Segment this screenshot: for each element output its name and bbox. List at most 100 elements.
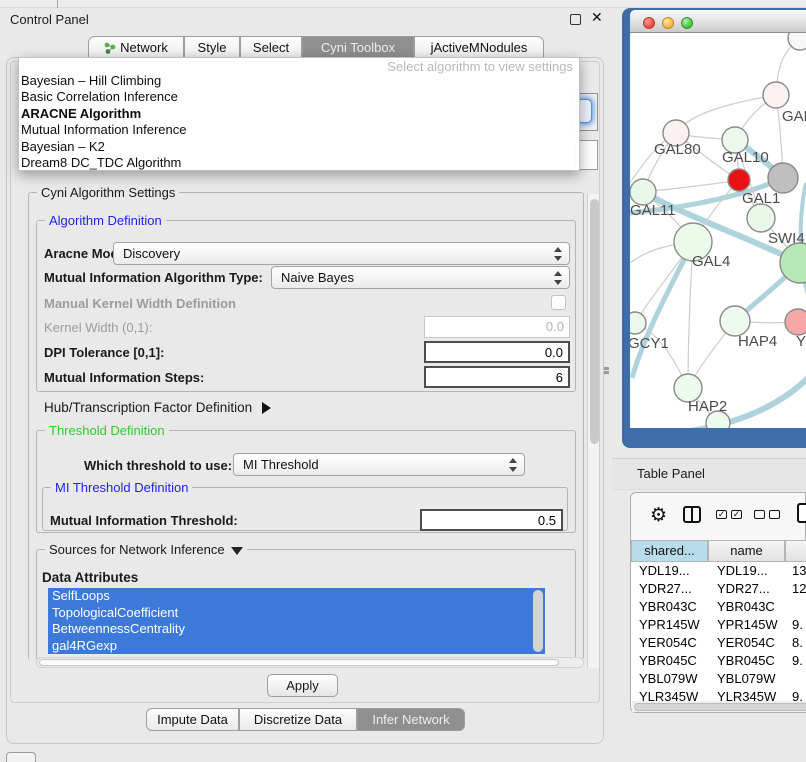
table-cell[interactable]: YER054C xyxy=(639,634,697,652)
tab-cyni-toolbox[interactable]: Cyni Toolbox xyxy=(302,36,414,58)
algorithm-option[interactable]: Dream8 DC_TDC Algorithm xyxy=(19,155,579,171)
manual-kernel-checkbox[interactable] xyxy=(551,295,566,310)
table-row[interactable]: YBR045C YBR045C 9. xyxy=(631,652,806,670)
tab-jactivemnodules[interactable]: jActiveMNodules xyxy=(414,36,544,58)
corner-panel-icon[interactable] xyxy=(6,752,36,762)
which-threshold-select[interactable]: MI Threshold xyxy=(233,453,525,476)
table-row[interactable]: YDR27... YDR27... 12 xyxy=(631,580,806,598)
table-cell[interactable]: YBL079W xyxy=(717,670,776,688)
table-row[interactable]: YBR043C YBR043C xyxy=(631,598,806,616)
tab-discretize-data[interactable]: Discretize Data xyxy=(239,708,357,731)
algorithm-option[interactable]: Mutual Information Inference xyxy=(19,122,579,138)
network-edge[interactable] xyxy=(632,242,693,378)
table-cell[interactable]: 9. xyxy=(792,688,803,702)
tab-infer-network[interactable]: Infer Network xyxy=(357,708,465,731)
columns-icon[interactable] xyxy=(683,506,701,523)
close-traffic-light[interactable] xyxy=(643,17,655,29)
table-cell[interactable]: YBR045C xyxy=(717,652,775,670)
table-cell[interactable]: 8. xyxy=(792,634,803,652)
checked-checkbox-icon[interactable]: ✓ xyxy=(716,510,727,519)
unchecked-checkbox-icon[interactable] xyxy=(769,510,780,519)
network-edge[interactable] xyxy=(643,180,739,192)
table-cell[interactable]: YBR043C xyxy=(639,598,697,616)
algorithm-option[interactable]: Bayesian – Hill Climbing xyxy=(19,73,579,89)
float-panel-icon[interactable] xyxy=(570,14,581,25)
threshold-definition-title: Threshold Definition xyxy=(45,423,169,438)
tab-style[interactable]: Style xyxy=(184,36,240,58)
tab-jactivemnodules-label: jActiveMNodules xyxy=(431,40,528,55)
node-table[interactable]: shared... name A YDL19...YDL19...13YDR27… xyxy=(631,540,806,702)
table-horizontal-scrollbar[interactable] xyxy=(632,701,806,712)
data-attribute-item[interactable]: SelfLoops xyxy=(48,588,545,605)
data-attribute-item[interactable]: TopologicalCoefficient xyxy=(48,605,545,622)
mi-threshold-input[interactable]: 0.5 xyxy=(420,509,563,531)
settings-vertical-scrollbar[interactable] xyxy=(587,194,599,668)
attributes-scrollbar-thumb[interactable] xyxy=(533,590,543,652)
tab-network[interactable]: Network xyxy=(88,36,184,58)
mi-steps-input[interactable]: 6 xyxy=(424,366,570,388)
table-cell[interactable]: 9. xyxy=(792,616,803,634)
zoom-traffic-light[interactable] xyxy=(681,17,693,29)
apply-button[interactable]: Apply xyxy=(267,674,338,697)
column-header-shared-name[interactable]: shared... xyxy=(631,540,708,562)
table-cell[interactable]: YLR345W xyxy=(639,688,698,702)
new-table-icon[interactable] xyxy=(797,503,806,523)
table-cell[interactable]: YDL19... xyxy=(639,562,690,580)
aracne-mode-select[interactable]: Discovery xyxy=(113,242,570,265)
minimize-traffic-light[interactable] xyxy=(662,17,674,29)
settings-horizontal-scrollbar[interactable] xyxy=(36,657,584,668)
vscroll-thumb[interactable] xyxy=(590,199,599,444)
checked-checkbox-icon[interactable]: ✓ xyxy=(731,510,742,519)
table-hscroll-thumb[interactable] xyxy=(634,703,806,711)
network-node[interactable] xyxy=(763,82,789,108)
table-row[interactable]: YDL19... YDL19... 13 xyxy=(631,562,806,580)
close-panel-icon[interactable]: ✕ xyxy=(591,9,603,26)
algorithm-option[interactable]: Bayesian – K2 xyxy=(19,139,579,155)
table-cell[interactable]: YPR145W xyxy=(639,616,700,634)
table-cell[interactable]: YDR27... xyxy=(639,580,692,598)
dpi-tolerance-input[interactable]: 0.0 xyxy=(424,341,570,363)
hub-section-toggle[interactable]: Hub/Transcription Factor Definition xyxy=(44,400,271,415)
table-cell[interactable]: YLR345W xyxy=(717,688,776,702)
table-row[interactable]: YPR145W YPR145W 9. xyxy=(631,616,806,634)
table-cell[interactable]: 13 xyxy=(792,562,806,580)
table-cell[interactable]: YBR045C xyxy=(639,652,697,670)
data-attribute-item[interactable]: BetweennessCentrality xyxy=(48,621,545,638)
mi-type-select[interactable]: Naive Bayes xyxy=(271,266,570,289)
gear-icon[interactable]: ⚙ xyxy=(650,504,667,527)
table-cell[interactable]: 12 xyxy=(792,580,806,598)
data-attribute-item[interactable]: gal4RGexp xyxy=(48,638,545,655)
table-cell[interactable]: YDR27... xyxy=(717,580,770,598)
hscroll-thumb[interactable] xyxy=(39,659,559,666)
unchecked-checkbox-icon[interactable] xyxy=(754,510,765,519)
network-node[interactable] xyxy=(785,309,806,335)
sources-title[interactable]: Sources for Network Inference xyxy=(45,542,247,557)
table-cell[interactable]: YDL19... xyxy=(717,562,768,580)
table-cell[interactable]: YBR043C xyxy=(717,598,775,616)
tab-impute-data[interactable]: Impute Data xyxy=(146,708,239,731)
algorithm-option[interactable]: ARACNE Algorithm xyxy=(19,106,579,122)
algorithm-option[interactable]: Basic Correlation Inference xyxy=(19,89,579,105)
table-cell[interactable]: YBL079W xyxy=(639,670,698,688)
table-row[interactable]: YBL079W YBL079W xyxy=(631,670,806,688)
network-node[interactable] xyxy=(768,163,798,193)
table-cell[interactable]: 9. xyxy=(792,652,803,670)
network-node[interactable] xyxy=(720,306,750,336)
network-node[interactable] xyxy=(747,204,775,232)
network-node[interactable] xyxy=(630,312,646,334)
table-cell[interactable]: YPR145W xyxy=(717,616,778,634)
tab-select[interactable]: Select xyxy=(240,36,302,58)
network-node[interactable] xyxy=(728,169,750,191)
control-panel-header xyxy=(0,8,620,34)
table-cell[interactable]: YER054C xyxy=(717,634,775,652)
network-edge[interactable] xyxy=(676,95,776,133)
table-row[interactable]: YER054C YER054C 8. xyxy=(631,634,806,652)
split-pane-handle[interactable] xyxy=(604,366,611,378)
network-canvas[interactable]: GALGAL80GAL10GAL1GAL11SWI4GAL4GCY1HAP4YH… xyxy=(630,33,806,428)
table-row[interactable]: YLR345W YLR345W 9. xyxy=(631,688,806,702)
data-attributes-list[interactable]: SelfLoopsTopologicalCoefficientBetweenne… xyxy=(48,588,545,654)
column-header-third[interactable]: A xyxy=(785,540,806,562)
network-window-titlebar[interactable] xyxy=(630,10,806,33)
column-header-name[interactable]: name xyxy=(708,540,785,562)
node-label: GAL1 xyxy=(742,190,780,207)
